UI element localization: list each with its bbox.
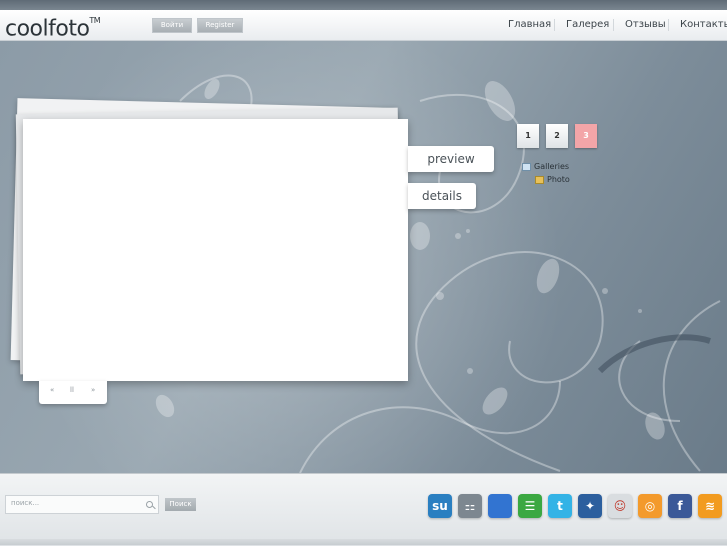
tree-label: Photo (547, 175, 570, 184)
nav-contacts[interactable]: Контакты (680, 10, 727, 40)
nav-divider (668, 19, 669, 31)
page-button-1[interactable]: 1 (517, 124, 539, 148)
nav-home[interactable]: Главная (508, 10, 551, 40)
myspace-glyph: ✦ (584, 499, 596, 513)
search-button[interactable]: Поиск (165, 498, 196, 511)
nav-reviews[interactable]: Отзывы (625, 10, 666, 40)
register-button[interactable]: Register (197, 18, 243, 33)
tree-item-galleries[interactable]: Galleries (522, 162, 569, 171)
footer: поиск... Поиск su ⚏ ☰ t ✦ ☺ ◎ f ≋ (0, 473, 727, 546)
reddit-icon[interactable]: ☺ (608, 494, 632, 518)
nav-divider (613, 19, 614, 31)
stumbleupon-glyph: su (432, 499, 448, 513)
prev-icon[interactable]: « (50, 386, 54, 394)
twitter-glyph: t (557, 499, 563, 513)
logo-trademark: TM (89, 16, 101, 25)
next-icon[interactable]: » (91, 386, 95, 394)
tree-item-photo[interactable]: Photo (535, 175, 570, 184)
digg-glyph: ⚏ (464, 499, 476, 513)
lifesaver-icon[interactable]: ◎ (638, 494, 662, 518)
reddit-glyph: ☺ (613, 499, 627, 513)
slideshow-controls: « ll » (39, 381, 107, 404)
twitter-icon[interactable]: t (548, 494, 572, 518)
rss-glyph: ≋ (704, 499, 716, 513)
nav-divider (554, 19, 555, 31)
stumbleupon-icon[interactable]: su (428, 494, 452, 518)
photo-frame[interactable] (23, 119, 408, 381)
page-button-3[interactable]: 3 (575, 124, 597, 148)
rss-icon[interactable]: ≋ (698, 494, 722, 518)
login-button[interactable]: Войти (152, 18, 192, 33)
myspace-icon[interactable]: ✦ (578, 494, 602, 518)
gallery-area: preview details « ll » 1 2 3 Galleries P… (0, 41, 727, 473)
facebook-icon[interactable]: f (668, 494, 692, 518)
digg-icon[interactable]: ⚏ (458, 494, 482, 518)
search-input[interactable]: поиск... (5, 495, 159, 514)
nav-gallery[interactable]: Галерея (566, 10, 609, 40)
details-tab[interactable]: details (408, 183, 476, 209)
tree-label: Galleries (534, 162, 570, 171)
preview-tab[interactable]: preview (408, 146, 494, 172)
logo[interactable]: coolfotoTM (5, 10, 101, 42)
lifesaver-glyph: ◎ (644, 499, 656, 513)
bottom-strip (0, 539, 727, 545)
page-button-2[interactable]: 2 (546, 124, 568, 148)
search-icon[interactable] (146, 501, 153, 508)
search-placeholder: поиск... (11, 499, 40, 507)
logo-text: coolfoto (5, 16, 90, 42)
facebook-glyph: f (677, 499, 683, 513)
photo-folder-icon (535, 175, 544, 184)
header: coolfotoTM Войти Register Главная Галере… (0, 10, 727, 41)
pause-icon[interactable]: ll (70, 386, 74, 394)
delicious-icon[interactable] (488, 494, 512, 518)
technorati-icon[interactable]: ☰ (518, 494, 542, 518)
gallery-folder-icon (522, 162, 531, 171)
top-strip (0, 0, 727, 10)
technorati-glyph: ☰ (524, 499, 536, 513)
